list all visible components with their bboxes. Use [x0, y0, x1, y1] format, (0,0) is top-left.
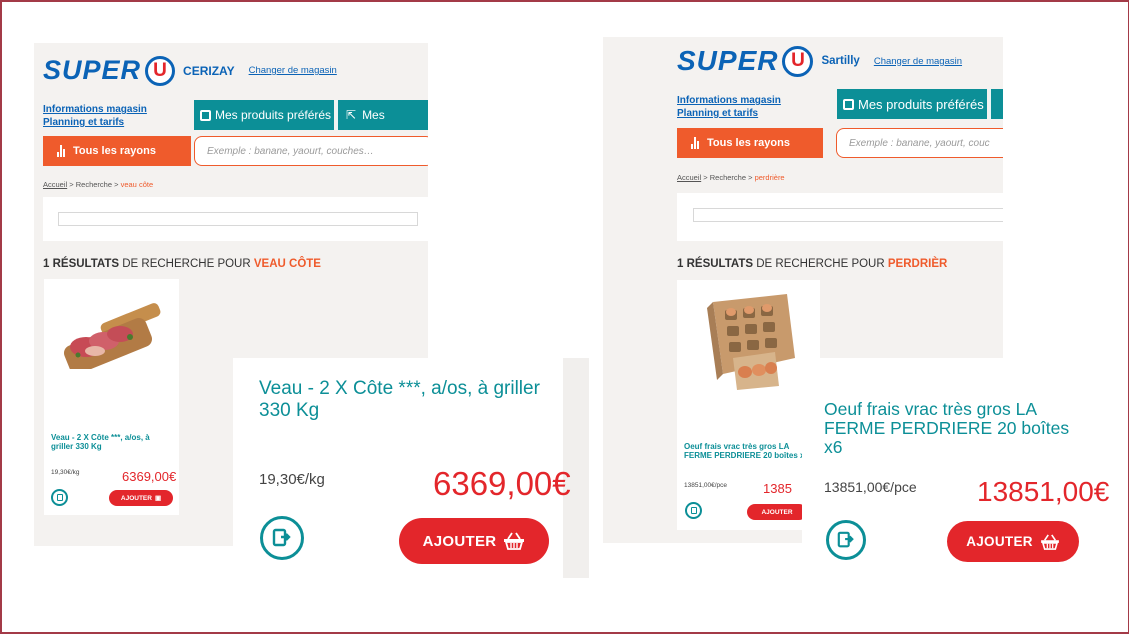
- store-info-links: Informations magasin Planning et tarifs: [43, 103, 147, 129]
- logo-u-badge: U: [782, 45, 814, 77]
- breadcrumb-search[interactable]: Recherche: [76, 180, 112, 189]
- favorites-label: Mes produits préférés: [215, 108, 332, 122]
- store-info-links: Informations magasin Planning et tarifs: [677, 94, 781, 120]
- change-store-link[interactable]: Changer de magasin: [249, 65, 337, 76]
- zoomed-product-oeuf: Oeuf frais vrac très gros LA FERME PERDR…: [802, 358, 1109, 574]
- planning-link[interactable]: Planning et tarifs: [43, 116, 147, 129]
- search-placeholder: Exemple : banane, yaourt, couches…: [207, 145, 374, 157]
- veal-chop-image: [63, 303, 161, 369]
- product-unit-price: 13851,00€/pce: [684, 482, 728, 489]
- zoom-unit-price: 13851,00€/pce: [824, 479, 917, 495]
- add-label: AJOUTER: [761, 508, 793, 516]
- second-tab-label: Mes: [362, 108, 385, 122]
- favorites-icon: [690, 507, 697, 514]
- aisles-icon: [691, 137, 699, 149]
- filter-band: [43, 197, 428, 241]
- super-u-logo[interactable]: SUPER U CERIZAY Changer de magasin: [43, 55, 337, 86]
- filter-field[interactable]: [58, 212, 418, 226]
- store-info-link[interactable]: Informations magasin: [43, 103, 147, 116]
- aisles-icon: [57, 145, 65, 157]
- change-store-link[interactable]: Changer de magasin: [874, 56, 962, 67]
- breadcrumb: Accueil > Recherche > veau côte: [43, 180, 154, 189]
- add-to-favorites-button[interactable]: [260, 516, 304, 560]
- breadcrumb-search[interactable]: Recherche: [710, 173, 746, 182]
- favorites-icon: [200, 109, 211, 121]
- filter-field[interactable]: [693, 208, 1003, 222]
- favorites-label: Mes produits préférés: [858, 96, 984, 112]
- all-aisles-button[interactable]: Tous les rayons: [43, 136, 191, 166]
- store-info-link[interactable]: Informations magasin: [677, 94, 781, 107]
- logo-u-badge: U: [145, 55, 176, 86]
- zoom-price: 6369,00€: [433, 465, 571, 502]
- logo-wordmark: SUPER: [43, 55, 142, 85]
- zoom-unit-price: 19,30€/kg: [259, 471, 325, 488]
- breadcrumb-home[interactable]: Accueil: [43, 180, 67, 189]
- add-to-cart-button[interactable]: AJOUTER: [747, 504, 807, 520]
- favorites-icon: [843, 98, 854, 110]
- breadcrumb: Accueil > Recherche > perdrière: [677, 173, 785, 182]
- favorites-icon: [56, 494, 63, 501]
- basket-icon: ▣: [154, 495, 162, 502]
- all-aisles-label: Tous les rayons: [707, 137, 790, 149]
- second-tab-button[interactable]: [989, 89, 1003, 119]
- favorites-button[interactable]: Mes produits préférés: [837, 89, 987, 119]
- add-to-cart-button[interactable]: AJOUTER: [947, 521, 1079, 562]
- add-label: AJOUTER: [966, 534, 1033, 549]
- filter-band: [677, 193, 1003, 241]
- product-card[interactable]: Veau - 2 X Côte ***, a/os, à griller 330…: [44, 279, 179, 515]
- zoom-price: 13851,00€: [977, 476, 1110, 507]
- all-aisles-button[interactable]: Tous les rayons: [677, 128, 823, 158]
- product-price: 1385: [763, 481, 792, 496]
- store-name: CERIZAY: [183, 63, 235, 78]
- add-to-cart-button[interactable]: AJOUTER: [399, 518, 549, 564]
- results-heading: 1 RÉSULTATS DE RECHERCHE POUR VEAU CÔTE: [43, 258, 321, 270]
- add-to-favorites-button[interactable]: [826, 520, 866, 560]
- breadcrumb-current: perdrière: [754, 173, 785, 182]
- breadcrumb-current: veau côte: [120, 180, 154, 189]
- logo-wordmark: SUPER: [677, 45, 779, 76]
- zoom-product-name[interactable]: Veau - 2 X Côte ***, a/os, à griller 330…: [259, 378, 559, 422]
- results-heading: 1 RÉSULTATS DE RECHERCHE POUR PERDRIÈR: [677, 258, 948, 270]
- add-to-cart-button[interactable]: AJOUTER ▣: [109, 490, 173, 506]
- breadcrumb-home[interactable]: Accueil: [677, 173, 701, 182]
- store-name: Sartilly: [821, 55, 860, 67]
- second-tab-button[interactable]: ⇱ Mes: [336, 100, 428, 130]
- zoom-product-name[interactable]: Oeuf frais vrac très gros LA FERME PERDR…: [824, 400, 1084, 457]
- planning-link[interactable]: Planning et tarifs: [677, 107, 781, 120]
- favorites-icon: [837, 531, 854, 548]
- add-label: AJOUTER: [120, 494, 152, 502]
- search-input[interactable]: Exemple : banane, yaourt, couches…: [194, 136, 428, 166]
- super-u-logo[interactable]: SUPER U Sartilly Changer de magasin: [677, 45, 962, 77]
- product-name[interactable]: Veau - 2 X Côte ***, a/os, à griller 330…: [51, 433, 173, 451]
- favorites-icon: [272, 528, 291, 547]
- all-aisles-label: Tous les rayons: [73, 145, 156, 157]
- add-to-favorites-button[interactable]: [51, 489, 68, 506]
- favorites-button[interactable]: Mes produits préférés: [194, 100, 334, 130]
- product-price: 6369,00€: [122, 469, 177, 484]
- product-unit-price: 19,30€/kg: [51, 469, 80, 476]
- search-placeholder: Exemple : banane, yaourt, couc: [849, 137, 990, 149]
- add-label: AJOUTER: [422, 532, 497, 550]
- search-input[interactable]: Exemple : banane, yaourt, couc: [836, 128, 1003, 158]
- basket-icon: [504, 532, 525, 550]
- basket-icon: [1040, 533, 1059, 550]
- zoomed-product-veau: Veau - 2 X Côte ***, a/os, à griller 330…: [233, 358, 589, 578]
- exit-icon: ⇱: [346, 108, 357, 122]
- product-name[interactable]: Oeuf frais vrac très gros LA FERME PERDR…: [684, 442, 812, 470]
- egg-box-image: [707, 294, 795, 390]
- add-to-favorites-button[interactable]: [685, 502, 702, 519]
- product-card[interactable]: Oeuf frais vrac très gros LA FERME PERDR…: [677, 280, 820, 530]
